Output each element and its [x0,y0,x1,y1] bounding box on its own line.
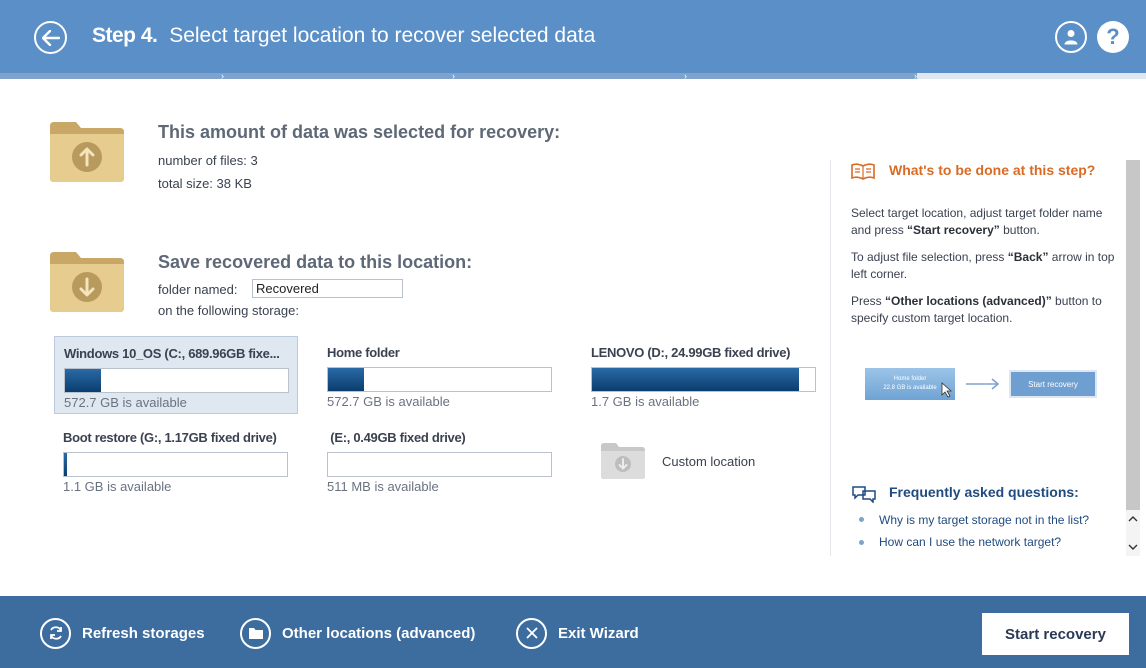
chevron-right-icon: › [684,71,687,81]
folder-custom-icon [601,443,645,479]
arrow-left-icon [41,29,60,46]
refresh-icon [40,617,71,649]
chevron-down-icon[interactable] [1128,543,1138,551]
step-title: Select target location to recover select… [169,24,596,47]
scrollbar-thumb[interactable] [1126,160,1140,510]
back-button[interactable] [34,21,67,54]
storage-usage-bar [327,452,552,477]
start-recovery-button[interactable]: Start recovery [982,613,1129,655]
storage-usage-fill [64,453,67,476]
faq-chat-icon [852,486,876,503]
custom-location-label: Custom location [662,454,756,469]
question-icon: ? [1106,24,1120,49]
illustration-start-button: Start recovery [1009,370,1097,398]
faq-title: Frequently asked questions: [889,484,1079,500]
help-text: button. [999,223,1040,237]
help-text-bold: “Other locations (advanced)” [885,294,1052,308]
other-locations-label: Other locations (advanced) [282,624,476,642]
chevron-right-icon: › [221,71,224,81]
help-paragraph: Press “Other locations (advanced)” butto… [851,293,1121,327]
storage-usage-bar [591,367,816,392]
chevron-right-icon: › [452,71,455,81]
storage-label: on the following storage: [158,303,299,318]
account-button[interactable] [1055,21,1087,53]
help-panel: What's to be done at this step? Select t… [830,160,1126,556]
book-icon [851,163,875,180]
wizard-progress: › › › › [0,71,1146,81]
chevron-right-icon: › [914,71,917,81]
cursor-icon [941,382,953,398]
storage-available: 511 MB is available [327,479,439,494]
storage-name: Windows 10_OS (C:, 689.96GB fixe... [64,346,280,361]
storage-usage-bar [64,368,289,393]
bullet-icon [859,540,864,545]
help-paragraph: Select target location, adjust target fo… [851,205,1121,239]
chevron-up-icon[interactable] [1128,515,1138,523]
help-illustration: Home folder 22.8 GB is available Start r… [865,368,1097,402]
storage-name: (E:, 0.49GB fixed drive) [327,430,466,445]
storage-lenovo-d[interactable]: LENOVO (D:, 24.99GB fixed drive) 1.7 GB … [582,336,826,414]
help-text-bold: “Start recovery” [907,223,1000,237]
storage-e[interactable]: (E:, 0.49GB fixed drive) 511 MB is avail… [318,421,562,499]
storage-available: 572.7 GB is available [327,394,450,409]
user-icon [1064,30,1078,45]
help-text: To adjust file selection, press [851,250,1008,264]
folder-label: folder named: [158,282,238,297]
storage-name: LENOVO (D:, 24.99GB fixed drive) [591,345,791,360]
folder-icon [240,617,271,649]
storage-usage-bar [63,452,288,477]
selection-heading: This amount of data was selected for rec… [158,122,561,142]
storage-usage-bar [327,367,552,392]
folder-name-input[interactable] [252,279,403,298]
other-locations-button[interactable]: Other locations (advanced) [240,617,476,649]
header-bar: Step 4. Select target location to recove… [0,0,1146,81]
help-scrollbar[interactable] [1126,160,1140,556]
step-label: Step 4. [92,24,158,47]
custom-location-button[interactable]: Custom location [600,440,780,484]
storage-usage-fill [65,369,101,392]
storage-usage-fill [592,368,800,391]
bullet-icon [859,517,864,522]
refresh-storages-label: Refresh storages [82,624,205,642]
help-text: Press [851,294,886,308]
storage-name: Boot restore (G:, 1.17GB fixed drive) [63,430,277,445]
refresh-storages-button[interactable]: Refresh storages [40,617,205,649]
exit-wizard-button[interactable]: Exit Wizard [516,617,639,649]
storage-available: 1.1 GB is available [63,479,172,494]
storage-boot-restore-g[interactable]: Boot restore (G:, 1.17GB fixed drive) 1.… [54,421,298,499]
total-size: total size: 38 KB [158,176,252,191]
folder-upload-icon [50,122,124,182]
close-icon [516,617,547,649]
storage-name: Home folder [327,345,400,360]
storage-available: 572.7 GB is available [64,395,187,410]
help-title: What's to be done at this step? [889,162,1096,178]
faq-link[interactable]: Why is my target storage not in the list… [879,513,1089,527]
page-title: Step 4. Select target location to recove… [92,24,595,48]
arrow-right-icon [966,378,1000,390]
storage-home-folder[interactable]: Home folder 572.7 GB is available [318,336,562,414]
help-button[interactable]: ? [1097,21,1129,53]
storage-available: 1.7 GB is available [591,394,700,409]
folder-download-icon [50,252,124,312]
exit-wizard-label: Exit Wizard [558,624,639,642]
storage-windows-c[interactable]: Windows 10_OS (C:, 689.96GB fixe... 572.… [54,336,298,414]
help-paragraph: To adjust file selection, press “Back” a… [851,249,1121,283]
storage-usage-fill [328,368,364,391]
faq-link[interactable]: How can I use the network target? [879,535,1061,549]
footer-bar: Refresh storages Other locations (advanc… [0,596,1146,668]
files-count: number of files: 3 [158,153,258,168]
save-heading: Save recovered data to this location: [158,252,473,272]
help-text-bold: “Back” [1007,250,1049,264]
